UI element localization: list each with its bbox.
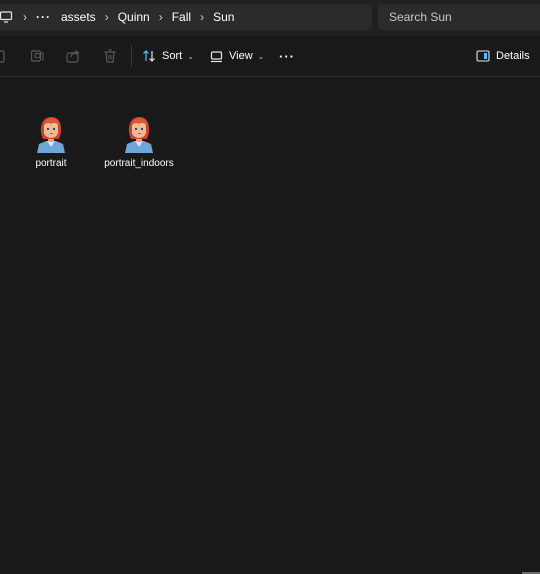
sort-icon [142, 49, 156, 63]
breadcrumb-item-assets[interactable]: assets [61, 10, 96, 24]
breadcrumb-overflow-button[interactable]: ··· [36, 10, 51, 24]
cut-icon[interactable] [0, 48, 8, 64]
file-item-portrait-indoors[interactable]: portrait_indoors [99, 113, 179, 169]
file-list-view: portrait portrait_indoors [0, 77, 540, 574]
chevron-down-icon: ⌄ [187, 51, 194, 61]
sort-label: Sort [162, 50, 183, 62]
search-input[interactable]: Search Sun [378, 4, 540, 30]
view-button[interactable]: View ⌄ [210, 44, 264, 68]
file-name: portrait_indoors [104, 158, 174, 169]
delete-icon[interactable] [102, 48, 118, 64]
details-label: Details [496, 50, 530, 62]
share-icon[interactable] [65, 48, 81, 64]
file-name: portrait [35, 158, 67, 169]
view-icon [210, 50, 223, 63]
address-toolbar: › ··· assets › Quinn › Fall › Sun Search… [0, 0, 540, 36]
file-explorer-window: › ··· assets › Quinn › Fall › Sun Search… [0, 0, 540, 574]
breadcrumb-item-sun[interactable]: Sun [213, 10, 234, 24]
portrait-thumbnail [119, 113, 159, 153]
breadcrumb-item-fall[interactable]: Fall [172, 10, 191, 24]
breadcrumb-item-quinn[interactable]: Quinn [118, 10, 150, 24]
computer-icon[interactable] [0, 9, 14, 25]
portrait-thumbnail [31, 113, 71, 153]
breadcrumb[interactable]: › ··· assets › Quinn › Fall › Sun [0, 4, 372, 30]
search-placeholder: Search Sun [389, 10, 452, 24]
chevron-right-icon[interactable]: › [105, 11, 109, 23]
details-button[interactable]: Details [476, 44, 530, 68]
chevron-down-icon: ⌄ [257, 51, 265, 61]
copy-icon[interactable] [29, 48, 45, 64]
toolbar-divider [131, 45, 132, 67]
chevron-right-icon[interactable]: › [159, 11, 163, 23]
file-item-portrait[interactable]: portrait [11, 113, 91, 169]
chevron-right-icon[interactable]: › [200, 11, 204, 23]
chevron-right-icon[interactable]: › [23, 11, 27, 23]
details-pane-icon [476, 50, 490, 62]
view-label: View [229, 50, 253, 62]
sort-button[interactable]: Sort ⌄ [142, 44, 194, 68]
command-bar: Sort ⌄ View ⌄ ··· Details [0, 36, 540, 77]
more-options-button[interactable]: ··· [277, 44, 297, 68]
